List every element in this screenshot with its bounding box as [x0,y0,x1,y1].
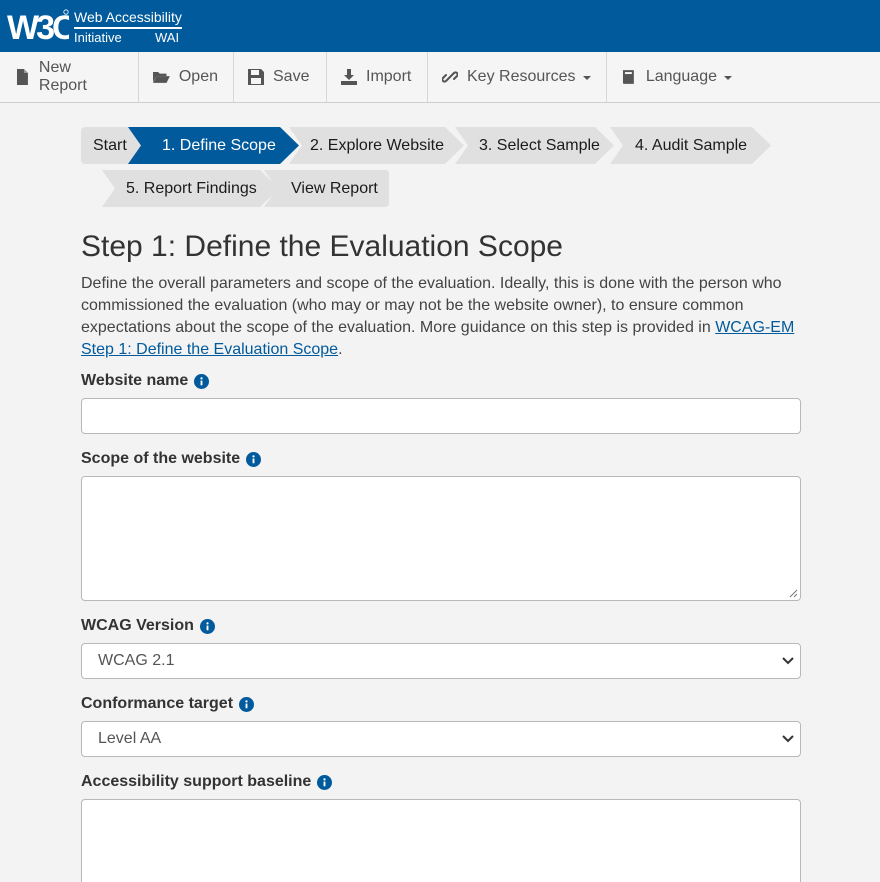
step-start-label: Start [93,137,127,154]
main-content: Step 1: Define the Evaluation Scope Defi… [81,228,801,361]
language-label: Language [645,68,717,85]
new-report-label: New Report [38,59,87,94]
info-icon[interactable] [194,373,210,389]
step-report-findings[interactable]: 5. Report Findings [115,170,265,207]
wai-divider [74,27,182,29]
conformance-label-text: Conformance target [81,695,234,712]
book-icon [622,70,634,84]
scope-textarea[interactable] [81,476,801,601]
open-button[interactable]: Open [139,52,234,102]
chevron-down-icon [782,657,794,665]
step-report-findings-label: 5. Report Findings [126,180,257,197]
support-baseline-label-text: Accessibility support baseline [81,773,312,790]
step-audit-sample[interactable]: 4. Audit Sample [623,127,758,164]
step-audit-sample-label: 4. Audit Sample [635,137,748,154]
scope-label-text: Scope of the website [81,450,241,467]
conformance-select[interactable]: Level AA [81,721,801,757]
conformance-value: Level AA [98,730,162,747]
website-name-input[interactable] [81,398,801,434]
save-icon [248,69,264,85]
step-explore-website[interactable]: 2. Explore Website [302,127,452,164]
info-icon[interactable] [239,696,255,712]
step-define-scope-label: 1. Define Scope [162,137,276,154]
website-name-label-text: Website name [81,372,189,389]
folder-open-icon [153,71,170,83]
step-navigation: Start 1. Define Scope 2. Explore Website… [81,127,801,211]
info-icon[interactable] [246,451,262,467]
wcag-version-select[interactable]: WCAG 2.1 [81,643,801,679]
step-view-report-label: View Report [291,180,378,197]
resize-grip-icon[interactable] [789,589,798,598]
import-label: Import [366,68,412,85]
intro-paragraph: Define the overall parameters and scope … [81,273,801,361]
support-baseline-textarea[interactable] [81,799,801,882]
w3c-logo[interactable]: W3C [7,8,69,44]
website-name-label: Website name [81,371,210,391]
page-title: Step 1: Define the Evaluation Scope [81,230,563,263]
step-explore-website-label: 2. Explore Website [310,137,444,154]
w3c-logo-text: W3C [7,9,69,44]
save-button[interactable]: Save [234,52,327,102]
wcag-version-value: WCAG 2.1 [98,652,175,669]
info-icon[interactable] [199,618,215,634]
step-select-sample-label: 3. Select Sample [479,137,600,154]
info-icon[interactable] [317,774,333,790]
key-resources-dropdown[interactable]: Key Resources [428,52,607,102]
key-resources-label: Key Resources [467,68,576,85]
intro-text: Define the overall parameters and scope … [81,275,782,336]
new-report-button[interactable]: New Report [0,52,139,102]
step-define-scope[interactable]: 1. Define Scope [141,127,281,164]
support-baseline-label: Accessibility support baseline [81,772,333,792]
toolbar: New Report Open Save Import Key Resource… [0,52,880,103]
open-label: Open [178,68,218,85]
caret-down-icon [724,76,732,80]
intro-end: . [338,341,343,358]
import-button[interactable]: Import [327,52,428,102]
wcag-version-label: WCAG Version [81,616,215,636]
site-header: W3C Web Accessibility Initiative WAI [0,0,880,52]
wai-subtitle: Initiative [74,30,122,45]
chevron-down-icon [782,735,794,743]
conformance-label: Conformance target [81,694,255,714]
wcag-version-label-text: WCAG Version [81,617,194,634]
step-view-report[interactable]: View Report [277,170,387,207]
wai-acronym: WAI [155,30,180,45]
caret-down-icon [582,76,591,80]
scope-label: Scope of the website [81,449,262,469]
language-dropdown[interactable]: Language [607,52,747,102]
file-icon [16,69,28,85]
wai-title[interactable]: Web Accessibility [74,9,182,25]
step-select-sample[interactable]: 3. Select Sample [468,127,603,164]
import-icon [341,69,357,85]
save-label: Save [273,68,310,85]
link-icon [442,71,458,83]
